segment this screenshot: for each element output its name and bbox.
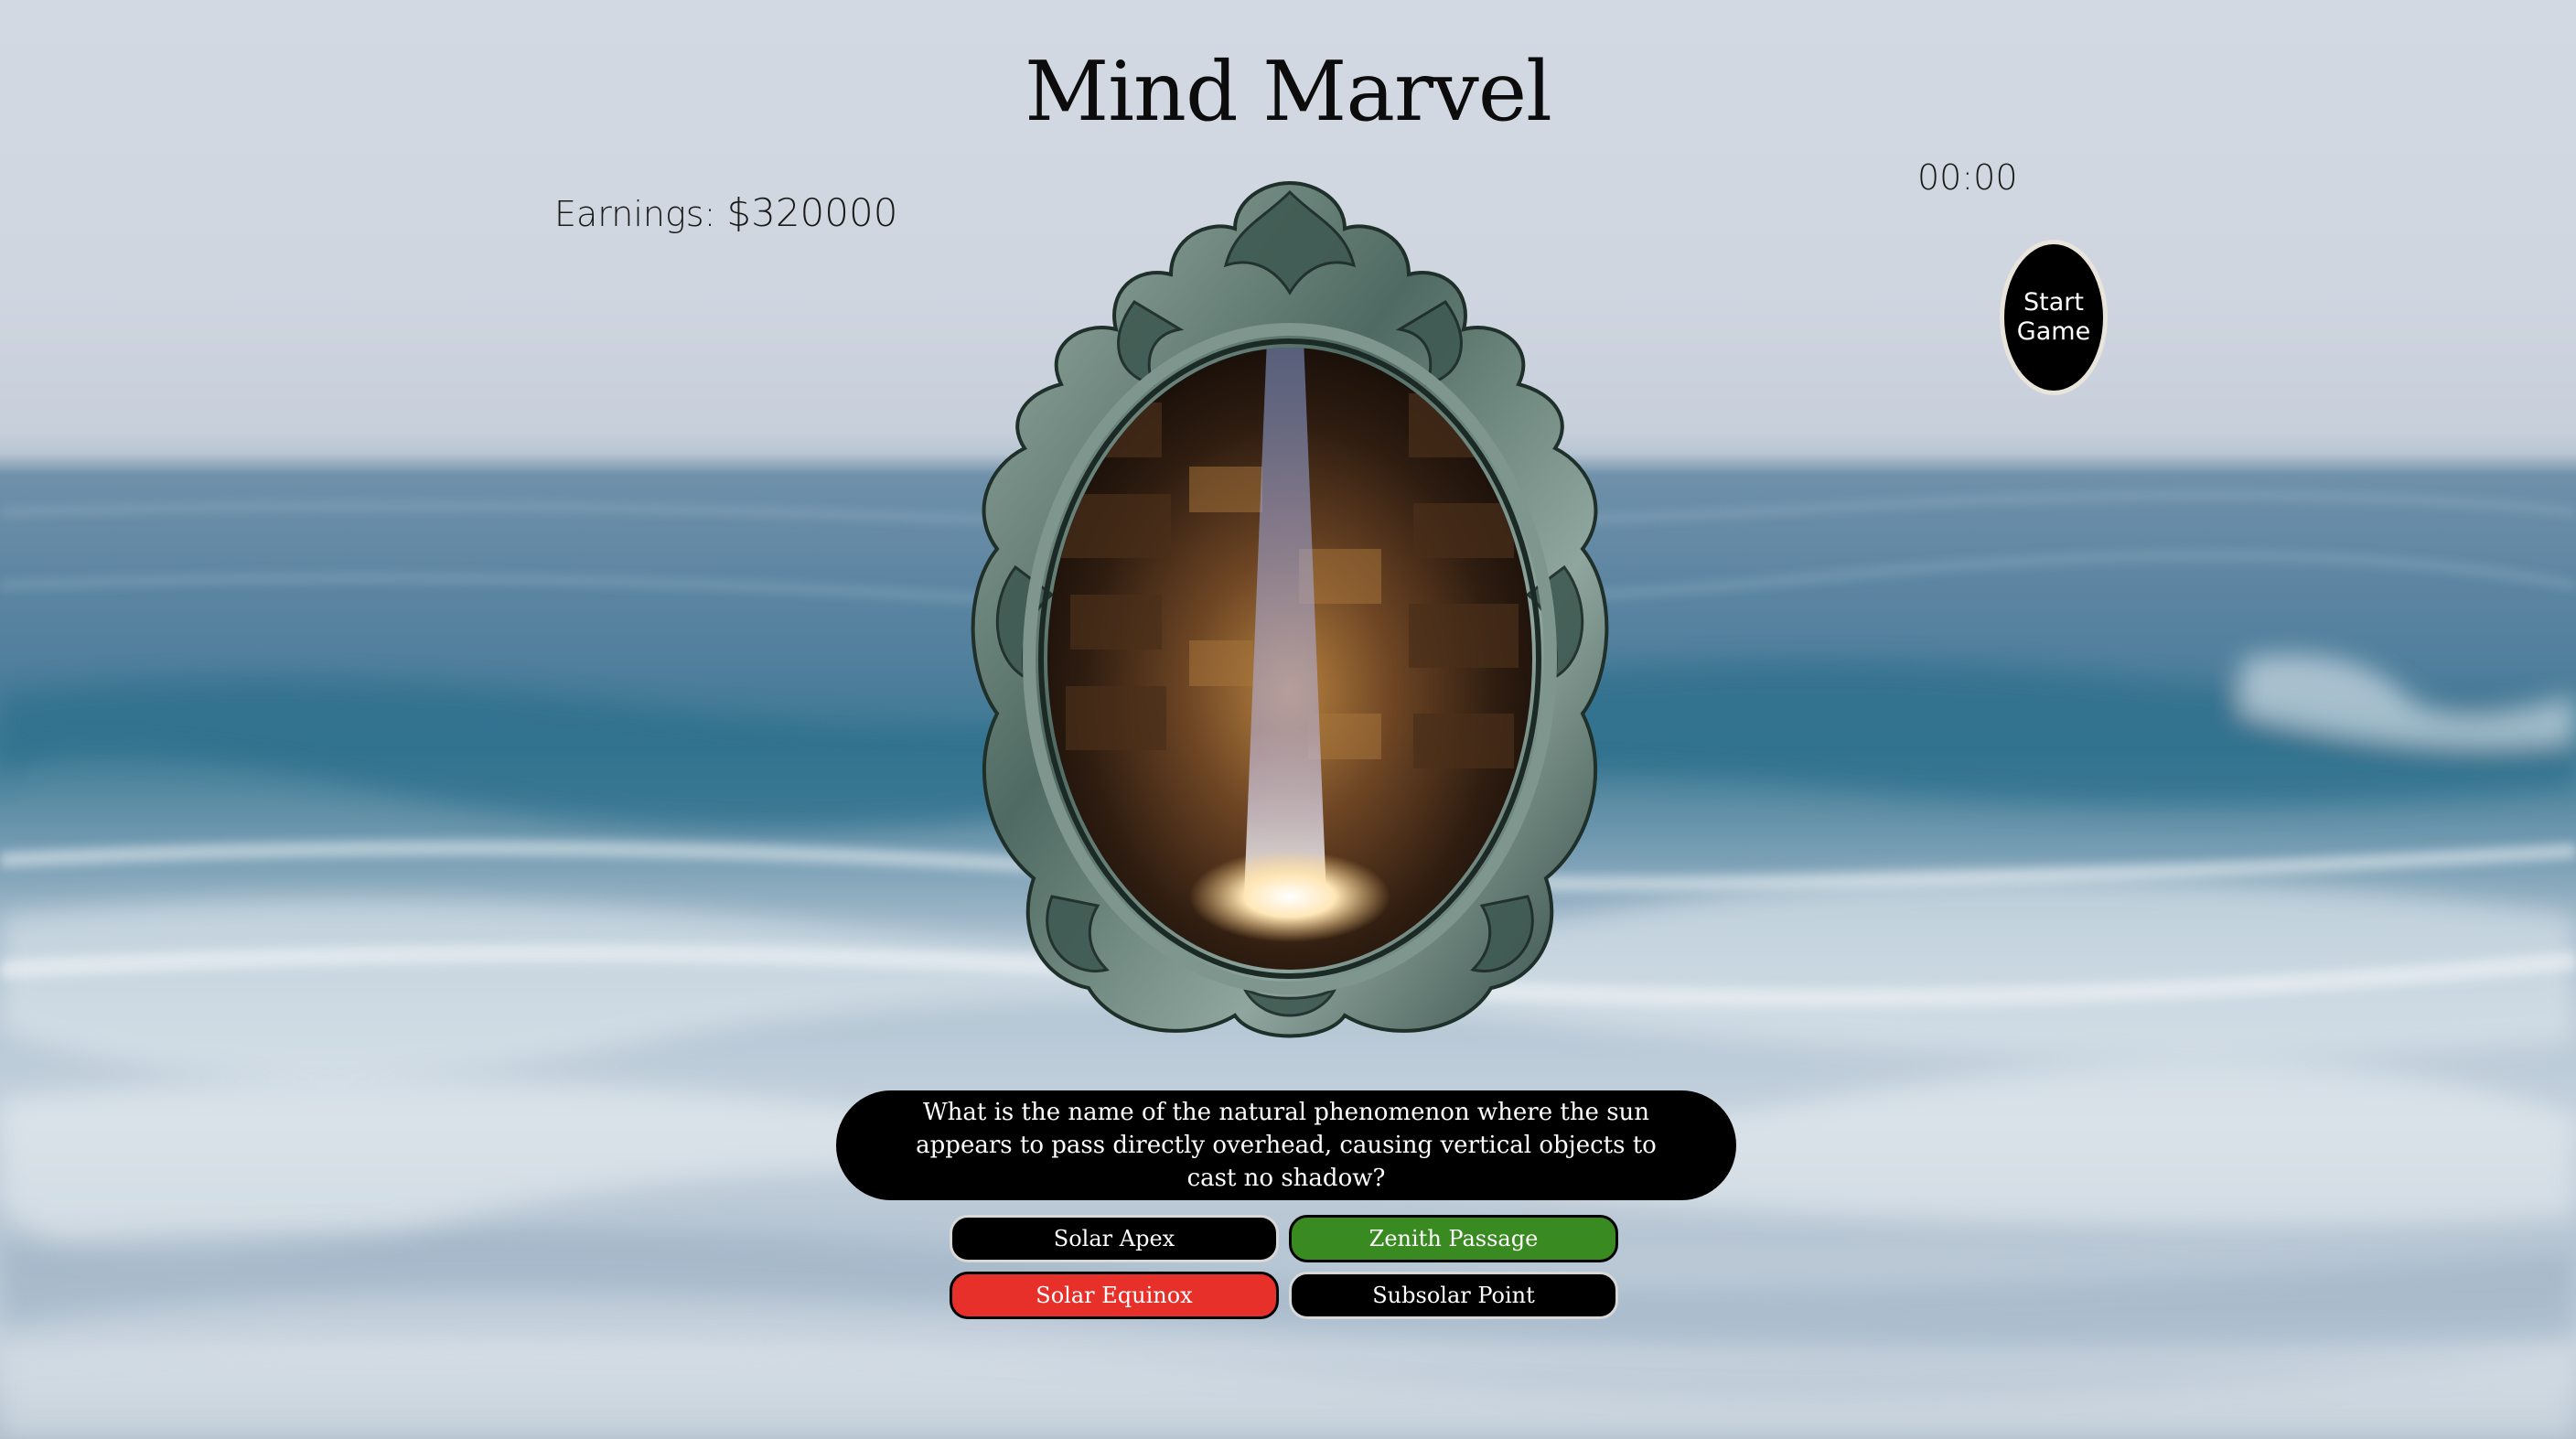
answer-button-2[interactable]: Zenith Passage (1289, 1215, 1618, 1262)
earnings-display: Earnings: $320000 (554, 190, 897, 235)
answer-button-1[interactable]: Solar Apex (950, 1215, 1279, 1262)
earnings-label: Earnings: (554, 194, 716, 234)
start-game-button[interactable]: Start Game (2000, 240, 2108, 395)
mirror-cave-light-icon (971, 180, 1609, 1038)
answer-button-4[interactable]: Subsolar Point (1289, 1272, 1618, 1319)
earnings-value: $320000 (726, 190, 898, 235)
game-title: Mind Marvel (1025, 44, 1552, 140)
question-text: What is the name of the natural phenomen… (836, 1090, 1736, 1200)
timer-display: 00:00 (1917, 157, 2018, 198)
answer-button-3[interactable]: Solar Equinox (950, 1272, 1279, 1319)
